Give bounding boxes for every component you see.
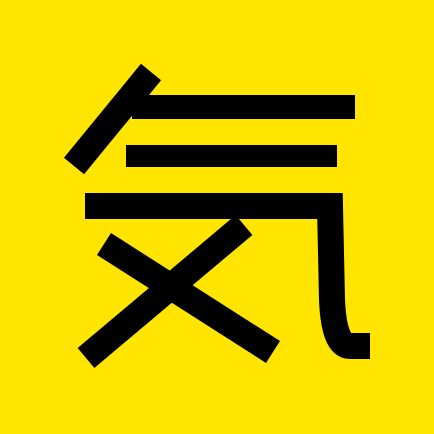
glyph-strokes <box>63 63 370 368</box>
kanji-tile: 気 <box>0 0 434 434</box>
kanji-ki-icon <box>63 63 370 368</box>
